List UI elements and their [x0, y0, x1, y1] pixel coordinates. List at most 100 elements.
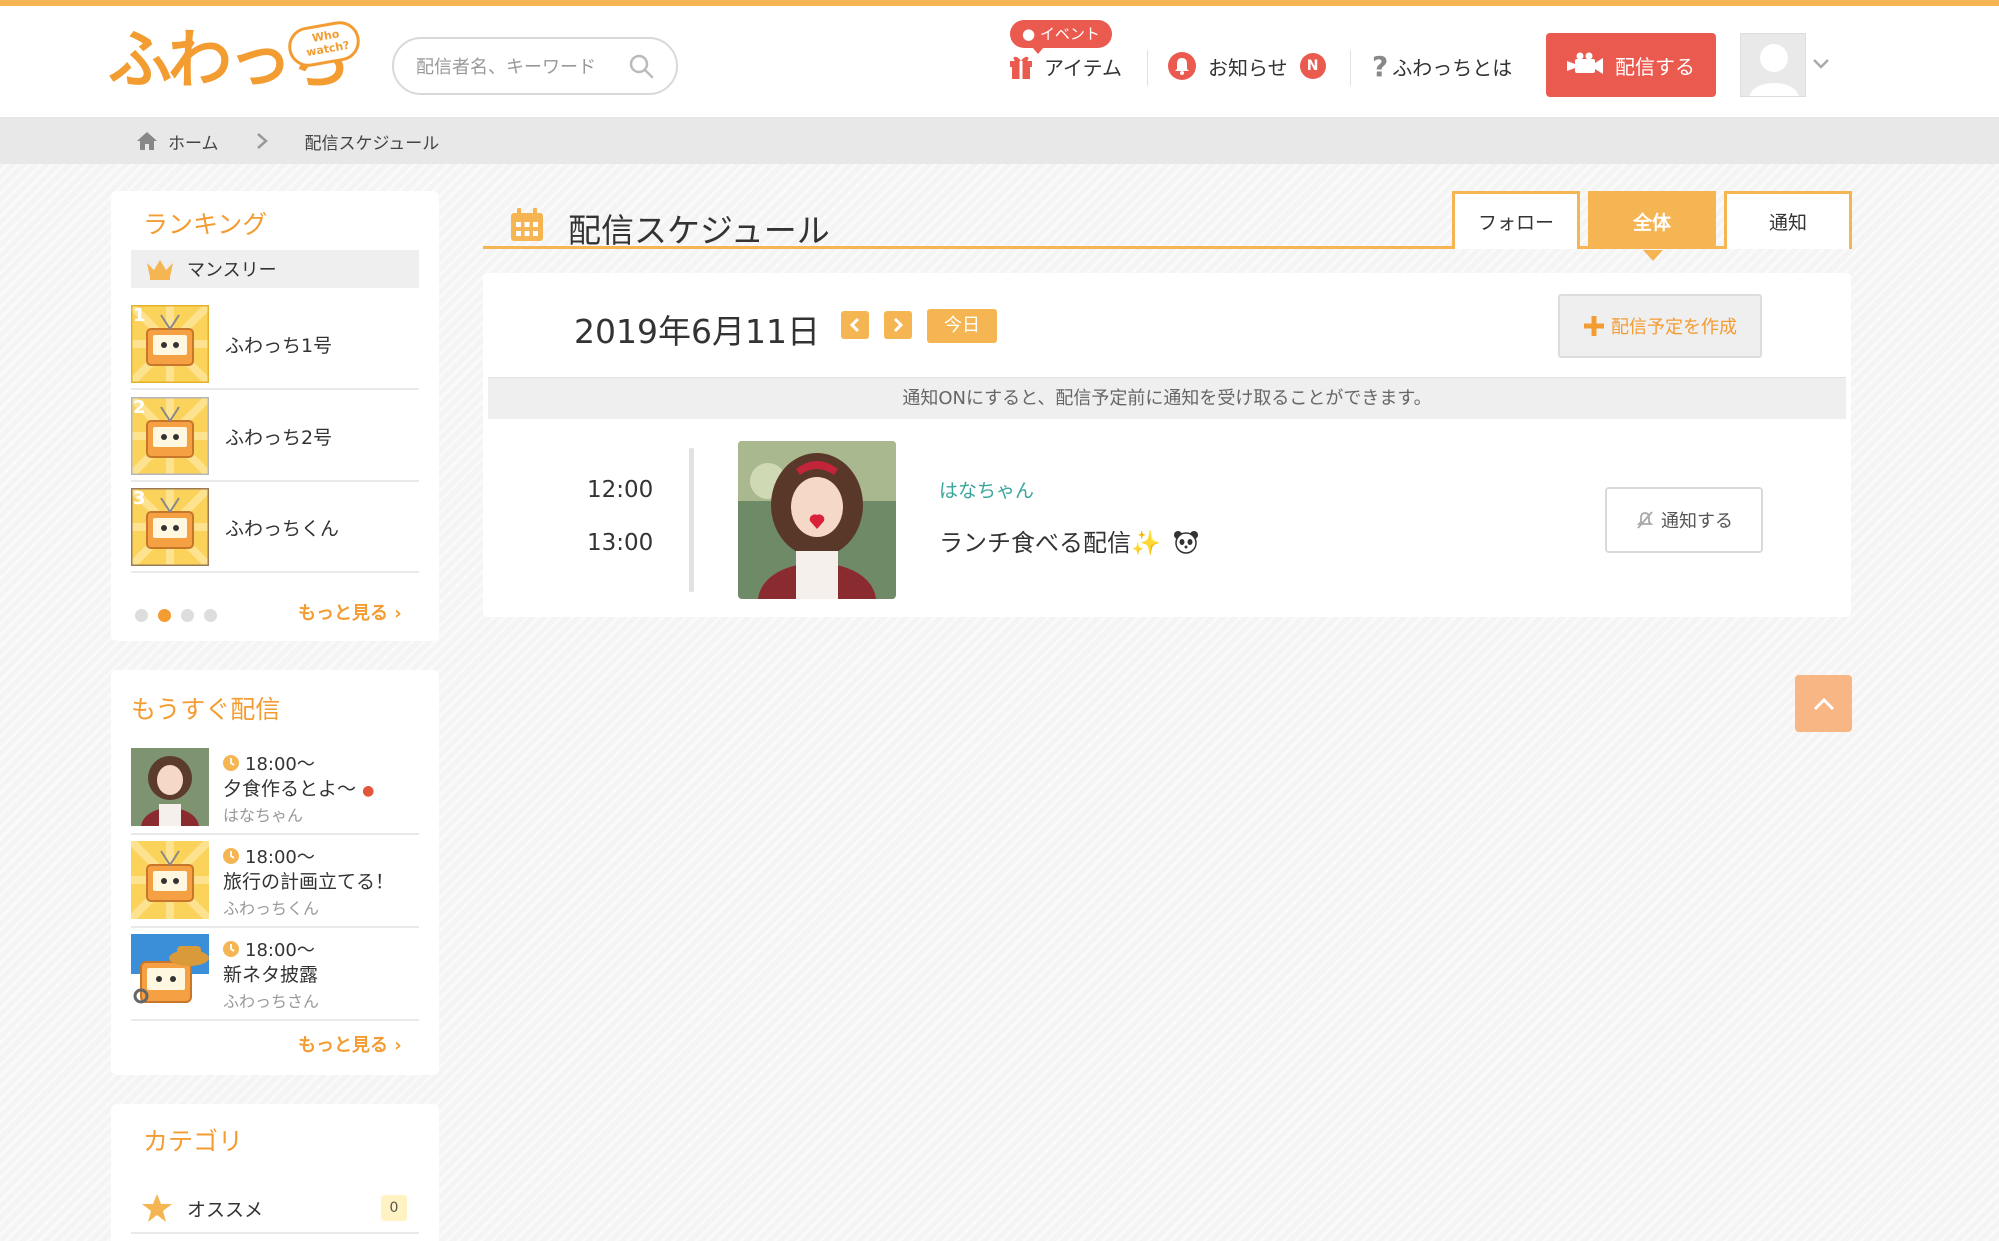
broadcast-label: 配信する: [1615, 54, 1695, 79]
food-emoji-icon: ●: [362, 783, 375, 799]
ranking-thumb: 3: [128, 485, 212, 569]
prev-day-button[interactable]: [841, 311, 869, 339]
user-silhouette-icon: [1749, 44, 1799, 96]
bell-off-icon: [1636, 511, 1654, 529]
notice-bar: 通知ONにすると、配信予定前に通知を受け取ることができます。: [488, 377, 1846, 419]
ranking-thumb: 2: [128, 394, 212, 478]
upcoming-more-link[interactable]: もっと見る ›: [298, 1031, 402, 1057]
schedule-user[interactable]: はなちゃん: [939, 476, 1034, 503]
search-input[interactable]: [416, 53, 626, 81]
carousel-dot[interactable]: [181, 609, 194, 622]
schedule-thumb[interactable]: [738, 441, 896, 599]
panda-icon: [1173, 531, 1198, 554]
schedule-end-time: 13:00: [587, 530, 654, 556]
clock-icon: [223, 848, 239, 864]
ranking-period-label: マンスリー: [187, 260, 277, 281]
clock-icon: [223, 941, 239, 957]
ranking-item[interactable]: 1 ふわっち1号: [128, 300, 419, 390]
tab-follow[interactable]: フォロー: [1452, 191, 1580, 249]
schedule-start-time: 12:00: [587, 477, 654, 503]
time-divider: [689, 448, 694, 592]
category-item[interactable]: オススメ 0: [131, 1184, 419, 1234]
home-icon[interactable]: [136, 131, 158, 151]
next-day-button[interactable]: [884, 311, 912, 339]
event-icon: ●: [1022, 25, 1040, 43]
user-avatar[interactable]: [1740, 33, 1806, 97]
schedule-panel: 2019年6月11日 今日 配信予定を作成 通知ONにすると、配信予定前に通知を…: [483, 273, 1851, 617]
mascot-tv-image: [131, 841, 209, 919]
video-camera-icon: [1567, 52, 1603, 74]
clock-icon: [223, 755, 239, 771]
notify-button[interactable]: 通知する: [1605, 487, 1763, 553]
schedule-title: ランチ食べる配信✨: [939, 523, 1199, 558]
chevron-right-icon: [893, 317, 904, 333]
mascot-tv-hat-image: [131, 934, 209, 1012]
nav-items[interactable]: アイテム: [1008, 44, 1122, 88]
calendar-icon: [511, 208, 543, 241]
site-header: ふわっち Who watch? ● イベント アイテム お知らせ N ?: [0, 6, 1999, 118]
streamer-photo: [131, 748, 209, 826]
star-icon: [142, 1194, 172, 1222]
ranking-name: ふわっち1号: [225, 334, 333, 357]
chevron-left-icon: [849, 317, 860, 333]
gift-icon: [1010, 56, 1032, 79]
ranking-card: ランキング マンスリー 1 ふわっち1号 2 ふわっち2号 3 ふわっちくん も…: [111, 191, 439, 641]
upcoming-user: ふわっちくん: [223, 899, 320, 918]
streamer-photo: [738, 441, 896, 599]
bell-icon: [1168, 52, 1196, 80]
upcoming-thumb: [131, 748, 209, 826]
upcoming-thumb: [131, 934, 209, 1012]
breadcrumb: ホーム 配信スケジュール: [136, 118, 439, 164]
tab-notify[interactable]: 通知: [1724, 191, 1852, 249]
category-title: カテゴリ: [143, 1127, 244, 1156]
upcoming-item[interactable]: 18:00〜 夕食作るとよ〜 ● はなちゃん: [131, 742, 419, 835]
site-logo[interactable]: ふわっち Who watch?: [108, 18, 363, 104]
ranking-more-link[interactable]: もっと見る ›: [298, 599, 402, 625]
rank-number: 1: [133, 305, 146, 326]
nav-about-label: ふわっちとは: [1392, 55, 1513, 80]
chevron-right-icon: ›: [394, 603, 402, 624]
search-box[interactable]: [392, 37, 678, 95]
nav-divider: [1350, 50, 1351, 86]
back-to-top-button[interactable]: [1795, 675, 1852, 732]
upcoming-user: はなちゃん: [223, 806, 304, 825]
upcoming-time: 18:00〜: [223, 843, 315, 869]
upcoming-title-text: 夕食作るとよ〜 ●: [223, 778, 375, 800]
chevron-right-icon: ›: [394, 1035, 402, 1056]
broadcast-button[interactable]: 配信する: [1546, 33, 1716, 97]
breadcrumb-current: 配信スケジュール: [304, 133, 440, 154]
ranking-item[interactable]: 3 ふわっちくん: [128, 483, 419, 573]
category-card: カテゴリ オススメ 0: [111, 1104, 439, 1241]
upcoming-item[interactable]: 18:00〜 新ネタ披露 ふわっちさん: [131, 928, 419, 1021]
category-count: 0: [381, 1195, 407, 1221]
carousel-dot[interactable]: [158, 609, 171, 622]
upcoming-thumb: [131, 841, 209, 919]
chevron-down-icon[interactable]: [1812, 58, 1830, 70]
question-icon: ?: [1372, 49, 1389, 83]
nav-items-label: アイテム: [1044, 55, 1122, 80]
tab-all[interactable]: 全体: [1588, 191, 1716, 261]
nav-about[interactable]: ? ふわっちとは: [1372, 44, 1512, 88]
upcoming-user: ふわっちさん: [223, 992, 320, 1011]
upcoming-title-text: 新ネタ披露: [223, 964, 319, 986]
ranking-period[interactable]: マンスリー: [131, 250, 419, 288]
carousel-dot[interactable]: [204, 609, 217, 622]
ranking-thumb: 1: [128, 302, 212, 386]
carousel-dot[interactable]: [135, 609, 148, 622]
upcoming-title: もうすぐ配信: [131, 695, 281, 724]
ranking-name: ふわっち2号: [225, 426, 333, 449]
rank-number: 2: [133, 397, 146, 418]
upcoming-item[interactable]: 18:00〜 旅行の計画立てる！ ふわっちくん: [131, 835, 419, 928]
ranking-item[interactable]: 2 ふわっち2号: [128, 392, 419, 482]
upcoming-time: 18:00〜: [223, 750, 315, 776]
ranking-title: ランキング: [143, 210, 268, 239]
nav-news[interactable]: お知らせ N: [1168, 44, 1326, 88]
search-icon[interactable]: [628, 53, 654, 79]
current-date: 2019年6月11日: [574, 312, 820, 351]
breadcrumb-bar: ホーム 配信スケジュール: [0, 118, 1999, 164]
carousel-dots: [135, 609, 217, 622]
today-button[interactable]: 今日: [927, 309, 997, 343]
crown-icon: [147, 260, 173, 280]
create-schedule-button[interactable]: 配信予定を作成: [1558, 294, 1762, 358]
breadcrumb-home[interactable]: ホーム: [168, 129, 219, 154]
